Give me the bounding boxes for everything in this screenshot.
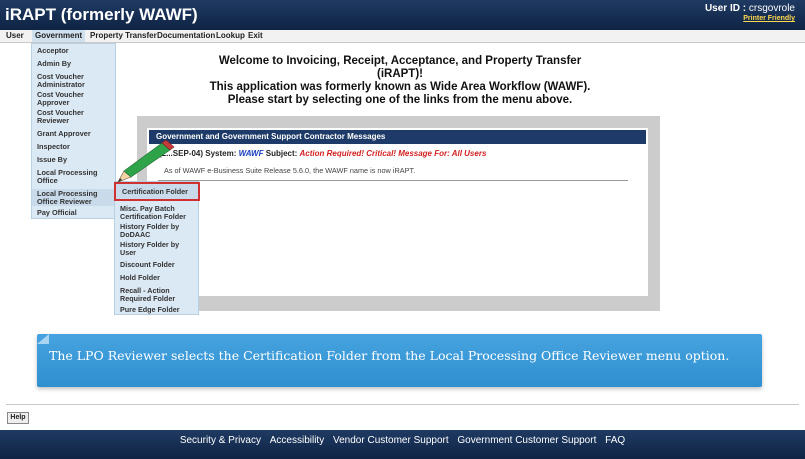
footer-government-support-link[interactable]: Government Customer Support [457, 435, 596, 446]
pencil-pointer-icon [117, 140, 175, 183]
gov-menu-inspector[interactable]: Inspector [37, 143, 70, 151]
user-id-value: crsgovrole [748, 3, 795, 14]
government-dropdown: Acceptor Admin By Cost Voucher Administr… [31, 43, 116, 219]
submenu-discount-folder[interactable]: Discount Folder [120, 261, 175, 269]
submenu-hold-folder[interactable]: Hold Folder [120, 274, 160, 282]
message-note: As of WAWF e-Business Suite Release 5.6.… [164, 166, 416, 175]
submenu-pure-edge-folder[interactable]: Pure Edge Folder [120, 306, 180, 314]
submenu-history-folder-by-user[interactable]: History Folder by User [120, 241, 190, 256]
message-system-value: WAWF [238, 149, 264, 158]
footer-security-privacy-link[interactable]: Security & Privacy [180, 435, 261, 446]
certification-folder-label: Certification Folder [122, 187, 188, 196]
user-id-label: User ID : [704, 3, 747, 14]
footer-accessibility-link[interactable]: Accessibility [270, 435, 324, 446]
footer-links: Security & Privacy Accessibility Vendor … [0, 435, 805, 446]
help-button[interactable]: Help [7, 412, 29, 424]
gov-menu-cost-voucher-administrator[interactable]: Cost Voucher Administrator [37, 73, 107, 89]
welcome-line-3: Please start by selecting one of the lin… [227, 94, 573, 106]
menu-exit[interactable]: Exit [248, 31, 263, 40]
welcome-message: Welcome to Invoicing, Receipt, Acceptanc… [200, 55, 600, 107]
lpo-reviewer-submenu: Misc. Pay Batch Certification Folder His… [114, 181, 199, 315]
gov-menu-cost-voucher-reviewer[interactable]: Cost Voucher Reviewer [37, 109, 107, 125]
message-subject-value: Action Required! Critical! Message For: … [299, 149, 487, 158]
app-title: iRAPT (formerly WAWF) [5, 5, 198, 24]
message-system-label: System: [205, 149, 237, 158]
gov-menu-acceptor[interactable]: Acceptor [37, 47, 69, 55]
welcome-line-2: This application was formerly known as W… [209, 81, 591, 93]
tutorial-caption-text: The LPO Reviewer selects the Certificati… [49, 348, 730, 363]
menu-government[interactable]: Government [32, 30, 86, 42]
main-menu-bar: User Government Property Transfer Docume… [0, 30, 805, 43]
bottom-divider [6, 404, 799, 405]
footer-vendor-support-link[interactable]: Vendor Customer Support [333, 435, 449, 446]
footer-faq-link[interactable]: FAQ [605, 435, 625, 446]
gov-menu-pay-official[interactable]: Pay Official [37, 209, 77, 217]
printer-friendly-link[interactable]: Printer Friendly [743, 15, 795, 22]
messages-panel-header: Government and Government Support Contra… [149, 130, 646, 144]
welcome-line-1: Welcome to Invoicing, Receipt, Acceptanc… [218, 55, 582, 80]
gov-menu-admin-by[interactable]: Admin By [37, 60, 71, 68]
menu-lookup[interactable]: Lookup [216, 31, 245, 40]
gov-menu-issue-by[interactable]: Issue By [37, 156, 67, 164]
message-divider [158, 180, 628, 181]
message-subject-label: Subject: [265, 149, 298, 158]
menu-user[interactable]: User [6, 31, 24, 40]
gov-menu-local-processing-office[interactable]: Local Processing Office [37, 169, 107, 185]
gov-menu-cost-voucher-approver[interactable]: Cost Voucher Approver [37, 91, 107, 107]
message-summary-line[interactable]: (2...SEP-04) System: WAWF Subject: Actio… [159, 149, 486, 158]
menu-documentation[interactable]: Documentation [157, 31, 215, 40]
submenu-recall-action-required-folder[interactable]: Recall - Action Required Folder [120, 287, 190, 302]
gov-menu-grant-approver[interactable]: Grant Approver [37, 130, 91, 138]
menu-property-transfer[interactable]: Property Transfer [90, 31, 157, 40]
user-id-display: User ID : crsgovrole [705, 3, 795, 14]
gov-menu-local-processing-office-reviewer[interactable]: Local Processing Office Reviewer [32, 189, 115, 206]
submenu-history-folder-by-dodaac[interactable]: History Folder by DoDAAC [120, 223, 190, 238]
submenu-misc-pay-batch-certification-folder[interactable]: Misc. Pay Batch Certification Folder [120, 205, 190, 220]
